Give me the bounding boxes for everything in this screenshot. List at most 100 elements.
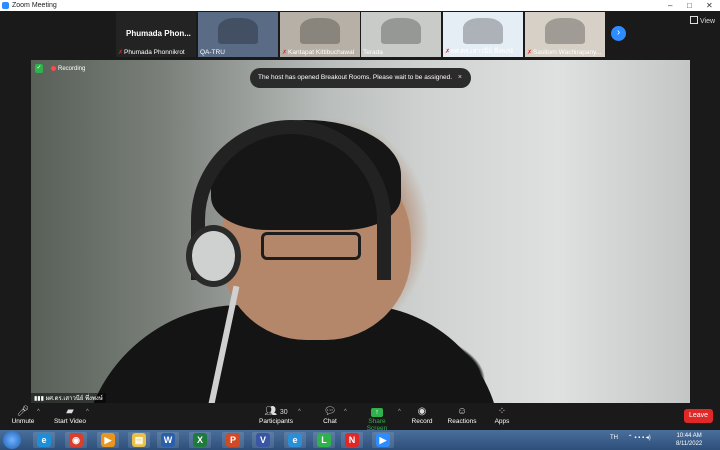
minimize-button[interactable]: – xyxy=(668,0,672,11)
chrome-icon: ◉ xyxy=(69,433,83,447)
participant-name: Terada xyxy=(363,49,383,56)
tray-icons[interactable]: ⌃ ▪ ▪ ▪ ◂) xyxy=(628,435,651,441)
participant-name-label: ✗ผศ.ดร.เสาวนีย์ พึ่งพงษ์ xyxy=(445,46,513,56)
maximize-button[interactable]: □ xyxy=(687,0,692,11)
muted-mic-icon: ✗ xyxy=(445,49,451,55)
taskbar-app[interactable]: L xyxy=(313,432,335,448)
next-page-button[interactable]: › xyxy=(611,26,626,41)
record-label: Record xyxy=(411,418,433,425)
participants-icon: 👥︎ 30 xyxy=(264,406,288,417)
participants-options-caret[interactable]: ^ xyxy=(298,409,301,415)
apps-button[interactable]: ⁘ Apps xyxy=(492,405,512,425)
nitro-icon: N xyxy=(345,433,359,447)
participant-name: Phumada Phonnikrot xyxy=(124,49,185,56)
view-button[interactable]: View xyxy=(690,16,715,25)
explorer-icon: ▤ xyxy=(132,433,146,447)
start-video-button[interactable]: ▰ Start Video xyxy=(52,405,88,425)
participants-button[interactable]: 👥︎ 30 Participants xyxy=(257,405,295,425)
video-options-caret[interactable]: ^ xyxy=(86,409,89,415)
language-indicator[interactable]: TH xyxy=(610,435,618,441)
media-icon: ▶ xyxy=(101,433,115,447)
chevron-right-icon: › xyxy=(616,27,621,38)
video-off-icon: ▰ xyxy=(66,406,74,417)
taskbar-app[interactable]: ◉ xyxy=(65,432,87,448)
headphone-earcup xyxy=(186,225,241,287)
taskbar-app[interactable]: ▤ xyxy=(128,432,150,448)
close-notification-button[interactable]: × xyxy=(458,68,462,88)
system-tray: TH ⌃ ▪ ▪ ▪ ◂) xyxy=(610,434,651,441)
participant-name-label: Terada xyxy=(363,49,383,56)
speaker-name: ผศ.ดร.เสาวนีย์ พึ่งพงษ์ xyxy=(45,396,103,402)
muted-mic-icon: ✗ xyxy=(118,50,124,56)
share-screen-icon: ↑ xyxy=(371,408,383,417)
unmute-button[interactable]: 🎤︎ Unmute xyxy=(10,405,36,425)
record-button[interactable]: ◉ Record xyxy=(410,405,434,425)
clock-time: 10:44 AM xyxy=(676,433,702,439)
apps-label: Apps xyxy=(494,418,510,425)
close-button[interactable]: ✕ xyxy=(706,0,713,11)
participant-name-label: ✗Phumada Phonnikrot xyxy=(118,49,185,56)
notification-text: The host has opened Breakout Rooms. Plea… xyxy=(258,74,453,81)
taskbar-app[interactable]: V xyxy=(252,432,274,448)
chat-label: Chat xyxy=(323,418,337,425)
view-label: View xyxy=(700,18,716,25)
window-title: Zoom Meeting xyxy=(12,2,57,9)
visio-icon: V xyxy=(256,433,270,447)
ie-icon: e xyxy=(37,433,51,447)
taskbar-app[interactable]: X xyxy=(189,432,211,448)
taskbar-app[interactable]: e xyxy=(284,432,306,448)
muted-mic-icon: 🎤︎ xyxy=(16,406,30,417)
smiley-icon: ☺︎ xyxy=(456,406,468,417)
participant-name: ผศ.ดร.เสาวนีย์ พึ่งพงษ์ xyxy=(451,48,514,55)
system-clock[interactable]: 10:44 AM 8/11/2022 xyxy=(676,432,702,448)
eyeglasses xyxy=(261,232,361,260)
participant-name-label: QA-TRU xyxy=(200,49,225,56)
participant-thumbnail[interactable]: ✗ผศ.ดร.เสาวนีย์ พึ่งพงษ์ xyxy=(443,12,523,57)
participant-video xyxy=(218,18,258,44)
chat-options-caret[interactable]: ^ xyxy=(344,409,347,415)
participant-name: Kantapat Kittibuchawal xyxy=(288,49,355,56)
recording-label: Recording xyxy=(58,66,86,73)
taskbar-app[interactable]: N xyxy=(341,432,363,448)
edge-icon: e xyxy=(288,433,302,447)
participant-thumbnail[interactable]: QA-TRU xyxy=(198,12,278,57)
apps-icon: ⁘ xyxy=(497,406,507,417)
share-options-caret[interactable]: ^ xyxy=(398,409,401,415)
reactions-button[interactable]: ☺︎ Reactions xyxy=(447,405,477,425)
participant-name-label: ✗Sasitorn Wachirapany... xyxy=(527,49,601,56)
title-bar: Zoom Meeting – □ ✕ xyxy=(0,0,720,11)
share-screen-button[interactable]: ↑ Share Screen xyxy=(358,405,396,432)
participant-name: Sasitorn Wachirapany... xyxy=(533,49,602,56)
taskbar-app[interactable]: ▶ xyxy=(372,432,394,448)
participant-video xyxy=(300,18,340,44)
recording-indicator[interactable]: ✓ Recording xyxy=(35,64,85,74)
zoom-icon: ▶ xyxy=(376,433,390,447)
breakout-notification: The host has opened Breakout Rooms. Plea… xyxy=(250,68,471,88)
participant-video xyxy=(545,18,585,44)
unmute-label: Unmute xyxy=(11,418,35,425)
start-button[interactable] xyxy=(3,431,21,449)
audio-options-caret[interactable]: ^ xyxy=(37,409,40,415)
participant-thumbnail[interactable]: ✗Sasitorn Wachirapany... xyxy=(525,12,605,57)
taskbar-app[interactable]: ▶ xyxy=(97,432,119,448)
chat-button[interactable]: 💬︎ Chat xyxy=(320,405,340,425)
muted-mic-icon: ✗ xyxy=(282,50,288,56)
word-icon: W xyxy=(161,433,175,447)
excel-icon: X xyxy=(193,433,207,447)
participants-count: 30 xyxy=(279,409,288,416)
participant-thumbnail[interactable]: ✗Kantapat Kittibuchawal xyxy=(280,12,360,57)
participant-video xyxy=(381,18,421,44)
leave-button[interactable]: Leave xyxy=(684,409,713,423)
taskbar-app[interactable]: e xyxy=(33,432,55,448)
participants-label: Participants xyxy=(259,418,293,425)
powerpoint-icon: P xyxy=(226,433,240,447)
participant-thumbnail[interactable]: Terada xyxy=(361,12,441,57)
signal-icon: ▮▮▮ xyxy=(34,396,46,402)
taskbar-app[interactable]: P xyxy=(222,432,244,448)
muted-mic-icon: ✗ xyxy=(527,50,533,56)
participant-video xyxy=(463,18,503,44)
participant-thumbnail[interactable]: Phumada Phon... ✗Phumada Phonnikrot xyxy=(116,12,196,57)
participant-big-name: Phumada Phon... xyxy=(126,29,191,38)
taskbar-app[interactable]: W xyxy=(157,432,179,448)
participant-name-label: ✗Kantapat Kittibuchawal xyxy=(282,49,354,56)
